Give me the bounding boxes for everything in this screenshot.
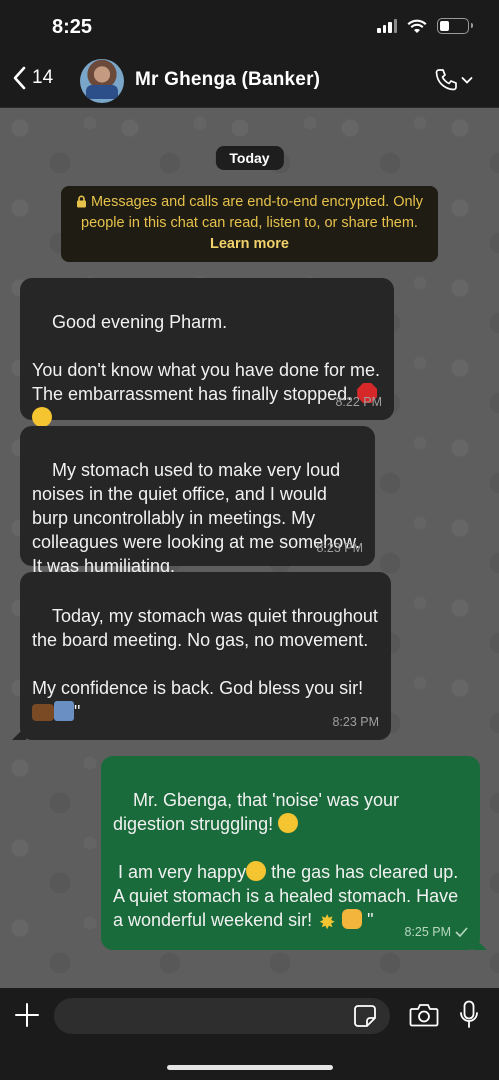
unread-count: 14 [32, 67, 54, 88]
plus-icon[interactable] [14, 1002, 40, 1028]
shirt-and-tie-emoji [54, 701, 74, 721]
message-time: 8:23 PM [316, 536, 363, 560]
home-indicator [166, 1065, 333, 1070]
message-time: 8:23 PM [332, 710, 379, 734]
message-input[interactable] [54, 998, 390, 1034]
status-bar: 8:25 [0, 0, 499, 56]
sticker-icon[interactable] [353, 1004, 377, 1028]
chat-area[interactable]: Today Messages and calls are end-to-end … [0, 108, 499, 988]
outgoing-message[interactable]: Mr. Gbenga, that 'noise' was your digest… [101, 756, 480, 950]
microphone-icon[interactable] [459, 1000, 479, 1030]
back-button[interactable]: 14 [12, 66, 53, 90]
message-time: 8:25 PM [404, 920, 468, 944]
time-label: 8:25 PM [404, 925, 451, 939]
status-icons [377, 18, 473, 34]
camera-icon[interactable] [409, 1002, 439, 1028]
date-separator: Today [215, 146, 284, 170]
encryption-notice[interactable]: Messages and calls are end-to-end encryp… [61, 186, 438, 262]
incoming-message[interactable]: My stomach used to make very loud noises… [20, 426, 375, 576]
encryption-text: Messages and calls are end-to-end encryp… [81, 194, 424, 231]
time-label: 8:23 PM [316, 541, 363, 555]
message-suffix: " [74, 702, 81, 722]
zipper-mouth-face-emoji [32, 407, 52, 427]
smiley-emoji [278, 813, 299, 833]
lock-icon [76, 195, 86, 208]
contact-name[interactable]: Mr Ghenga (Banker) [135, 69, 320, 91]
message-text: Good evening Pharm. You don't know what … [32, 312, 381, 404]
time-label: 8:22 PM [335, 395, 382, 409]
cellular-signal-icon [377, 19, 397, 33]
incoming-message[interactable]: Good evening Pharm. You don't know what … [20, 278, 394, 427]
grinning-face-emoji [246, 861, 267, 881]
phone-icon [435, 69, 457, 91]
contact-avatar[interactable] [80, 59, 124, 103]
status-time: 8:25 [52, 16, 93, 38]
input-bar [0, 988, 499, 1080]
chevron-down-icon [461, 77, 473, 84]
wifi-icon [407, 19, 427, 33]
message-text: My stomach used to make very loud noises… [32, 460, 366, 576]
battery-icon [437, 18, 473, 34]
message-suffix: " [367, 910, 374, 930]
time-label: 8:23 PM [332, 715, 379, 729]
check-icon [455, 927, 468, 937]
incoming-message[interactable]: Today, my stomach was quiet throughout t… [20, 572, 391, 740]
message-text: I am very happy [113, 862, 247, 882]
chat-header: 14 Mr Ghenga (Banker) [0, 56, 499, 108]
fist-emoji [342, 909, 363, 929]
message-text: Mr. Gbenga, that 'noise' was your digest… [113, 790, 405, 834]
message-time: 8:22 PM [335, 390, 382, 414]
sparkle-star-emoji: ✸ [318, 912, 336, 934]
learn-more-link[interactable]: Learn more [210, 236, 289, 252]
message-text: Today, my stomach was quiet throughout t… [32, 606, 378, 698]
chevron-left-icon [13, 66, 26, 90]
briefcase-emoji [32, 704, 54, 721]
call-button[interactable] [434, 68, 473, 92]
